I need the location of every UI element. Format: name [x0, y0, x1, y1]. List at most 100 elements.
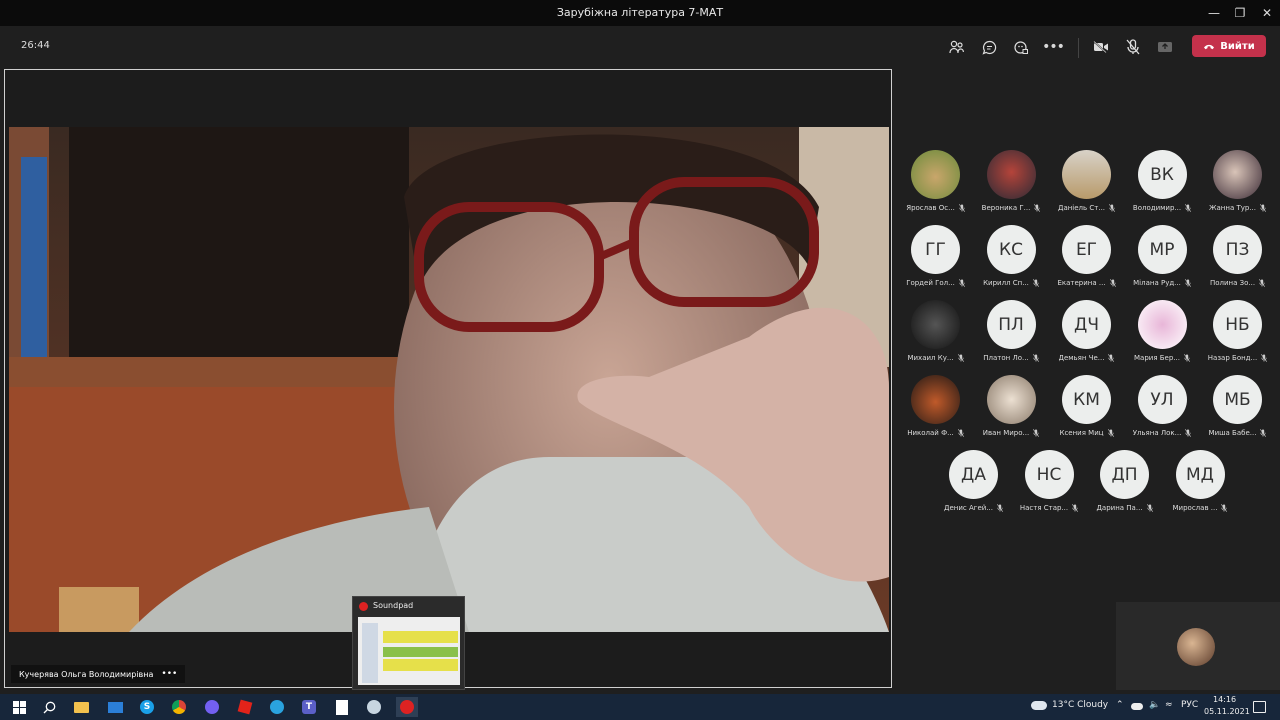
- close-button[interactable]: ✕: [1252, 0, 1280, 26]
- participant-avatar: УЛ: [1137, 375, 1187, 424]
- participant-tile[interactable]: КМ Ксения Миц: [1049, 365, 1124, 440]
- participant-tile[interactable]: Ярослав Ос...: [898, 140, 973, 215]
- participant-tile[interactable]: КС Кирилл Сп...: [974, 215, 1049, 290]
- steam-icon: [367, 700, 381, 714]
- weather-icon: [1031, 701, 1047, 710]
- participant-tile[interactable]: ПЛ Платон Ло...: [974, 290, 1049, 365]
- participant-tile[interactable]: МД Мирослав ...: [1163, 440, 1238, 515]
- participant-tile[interactable]: ДЧ Демьян Че...: [1049, 290, 1124, 365]
- leave-button[interactable]: Вийти: [1192, 35, 1266, 57]
- mic-off-icon: [1184, 354, 1190, 362]
- participant-tile[interactable]: ДП Дарина Па...: [1087, 440, 1162, 515]
- participant-name: Гордей Гол...: [906, 279, 955, 287]
- taskbar-file-explorer[interactable]: [70, 697, 92, 717]
- chrome-icon: [172, 700, 186, 714]
- clock-date[interactable]: 05.11.2021: [1204, 707, 1250, 716]
- participant-name: Жанна Тур...: [1208, 204, 1257, 212]
- restore-button[interactable]: ❐: [1225, 0, 1255, 26]
- participant-tile[interactable]: ЕГ Екатерина ...: [1049, 215, 1124, 290]
- self-avatar: [1177, 628, 1215, 666]
- participant-tile[interactable]: Вероника Г...: [974, 140, 1049, 215]
- start-button[interactable]: [8, 697, 30, 717]
- participant-avatar: [911, 300, 960, 349]
- participant-avatar: [911, 375, 960, 424]
- participant-name-row: Ярослав Ос...: [898, 204, 973, 212]
- participant-tile[interactable]: ВК Володимир...: [1125, 140, 1200, 215]
- epic-games-icon: [336, 699, 348, 715]
- participant-tile[interactable]: МБ Миша Бабе...: [1200, 365, 1275, 440]
- reactions-button[interactable]: [1010, 36, 1032, 58]
- mic-off-icon: [1185, 429, 1192, 437]
- participant-name-row: Михаил Ку...: [898, 354, 973, 362]
- mic-off-icon: [1072, 504, 1079, 512]
- participant-name: Настя Стар...: [1019, 504, 1069, 512]
- taskbar-chrome[interactable]: [168, 697, 190, 717]
- participant-name-row: Ксения Миц: [1049, 429, 1124, 437]
- participant-avatar: ЕГ: [1062, 225, 1111, 274]
- mic-off-icon: [957, 354, 964, 362]
- participant-avatar: ПЛ: [986, 300, 1036, 349]
- roblox-icon: [237, 699, 253, 715]
- participant-tile[interactable]: Жанна Тур...: [1200, 140, 1275, 215]
- participants-button[interactable]: [946, 36, 968, 58]
- tray-chevron-icon[interactable]: ⌃: [1116, 700, 1124, 710]
- participant-avatar: [1062, 150, 1111, 199]
- participant-tile[interactable]: НБ Назар Бонд...: [1200, 290, 1275, 365]
- participant-name-row: Ульяна Лок...: [1125, 429, 1200, 437]
- participant-tile[interactable]: Даніель Ст...: [1049, 140, 1124, 215]
- search-icon: [43, 701, 55, 713]
- taskbar-viber[interactable]: [201, 697, 223, 717]
- participant-name-row: Демьян Че...: [1049, 354, 1124, 362]
- clock-time[interactable]: 14:16: [1213, 695, 1236, 704]
- participant-tile[interactable]: ГГ Гордей Гол...: [898, 215, 973, 290]
- taskbar-teams[interactable]: T: [298, 697, 320, 717]
- participant-name-row: Полина Зо...: [1200, 279, 1275, 287]
- volume-icon[interactable]: 🔈: [1149, 700, 1160, 710]
- participant-name-row: Мілана Руд...: [1125, 279, 1200, 287]
- wifi-icon[interactable]: ≈: [1165, 700, 1173, 710]
- participant-tile[interactable]: ПЗ Полина Зо...: [1200, 215, 1275, 290]
- participant-tile[interactable]: НС Настя Стар...: [1012, 440, 1087, 515]
- participant-name: Мария Бер...: [1134, 354, 1180, 362]
- participant-name: Иван Миро...: [982, 429, 1030, 437]
- share-icon: [1158, 41, 1172, 52]
- mic-toggle[interactable]: [1122, 36, 1144, 58]
- taskbar-soundpad[interactable]: [396, 697, 418, 717]
- more-actions-button[interactable]: •••: [1042, 36, 1065, 58]
- participant-tile[interactable]: Николай Ф...: [898, 365, 973, 440]
- participant-name-row: Платон Ло...: [974, 354, 1049, 362]
- taskbar-roblox[interactable]: [234, 697, 256, 717]
- participant-tile[interactable]: МР Мілана Руд...: [1125, 215, 1200, 290]
- taskbar-epic-games[interactable]: [331, 697, 353, 717]
- camera-toggle[interactable]: [1090, 36, 1112, 58]
- soundpad-icon: [400, 700, 414, 714]
- participant-tile[interactable]: Иван Миро...: [974, 365, 1049, 440]
- participant-name: Ульяна Лок...: [1132, 429, 1182, 437]
- onedrive-icon[interactable]: [1131, 703, 1143, 710]
- mic-off-icon: [1261, 354, 1268, 362]
- chat-button[interactable]: [978, 36, 1000, 58]
- participant-tile[interactable]: Михаил Ку...: [898, 290, 973, 365]
- os-taskbar: S T 13°C Cloudy ⌃ 🔈 ≈ РУС 14:16 05.11.20…: [0, 694, 1280, 720]
- self-view[interactable]: [1116, 602, 1280, 690]
- taskbar-preview-soundpad[interactable]: Soundpad: [352, 596, 465, 690]
- mic-off-icon: [1032, 354, 1039, 362]
- search-button[interactable]: [38, 697, 60, 717]
- more-icon[interactable]: •••: [161, 669, 177, 679]
- share-screen-button[interactable]: [1154, 36, 1176, 58]
- participant-avatar: МР: [1137, 225, 1187, 274]
- participant-tile[interactable]: Мария Бер...: [1125, 290, 1200, 365]
- participant-name-row: Мария Бер...: [1125, 354, 1200, 362]
- participant-tile[interactable]: УЛ Ульяна Лок...: [1125, 365, 1200, 440]
- notifications-icon[interactable]: [1253, 701, 1266, 713]
- weather-text[interactable]: 13°C Cloudy: [1052, 700, 1108, 710]
- participant-avatar: ДЧ: [1062, 300, 1111, 349]
- taskbar-skype[interactable]: S: [136, 697, 158, 717]
- taskbar-steam[interactable]: [363, 697, 385, 717]
- taskbar-mail[interactable]: [104, 697, 126, 717]
- participant-tile[interactable]: ДА Денис Агей...: [936, 440, 1011, 515]
- language-indicator[interactable]: РУС: [1181, 700, 1198, 710]
- telegram-icon: [270, 700, 284, 714]
- participant-name: Ксения Миц: [1059, 429, 1104, 437]
- taskbar-telegram[interactable]: [266, 697, 288, 717]
